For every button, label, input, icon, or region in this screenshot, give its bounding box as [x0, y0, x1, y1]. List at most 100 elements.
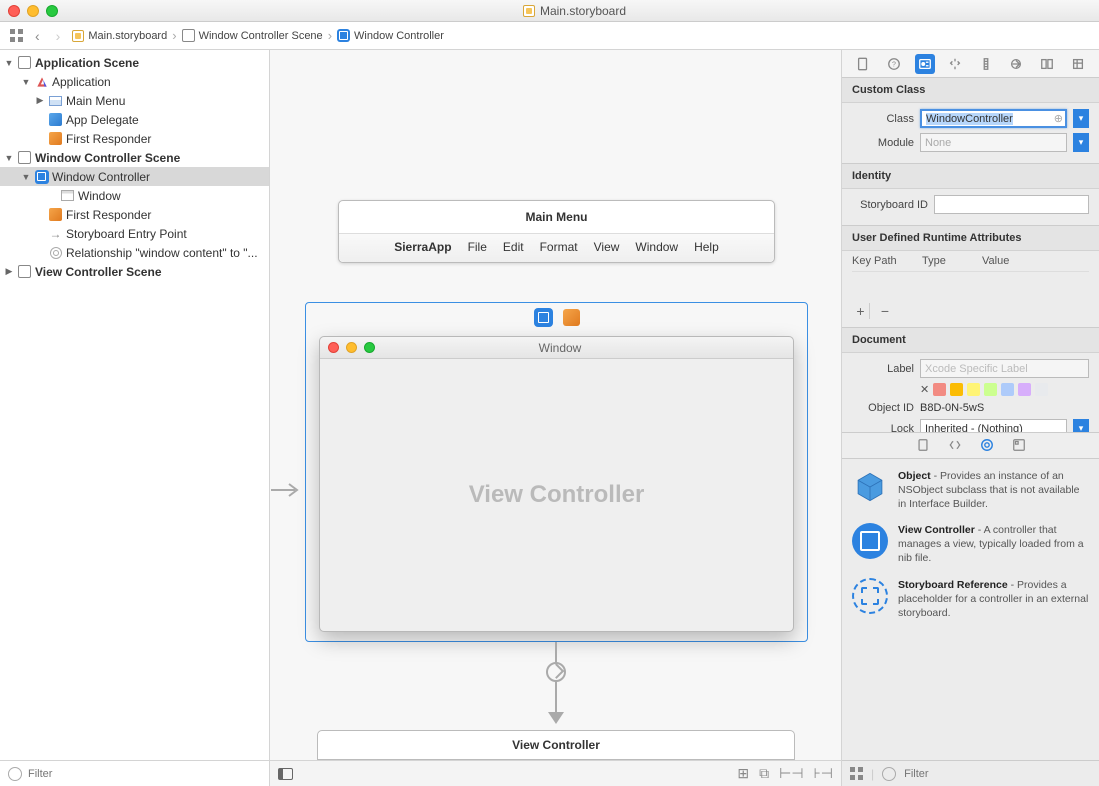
close-icon[interactable]: [8, 5, 20, 17]
remove-button[interactable]: −: [876, 303, 894, 319]
storyboard-id-field[interactable]: [934, 195, 1089, 214]
breadcrumb-item[interactable]: Window Controller: [354, 30, 444, 42]
color-swatch[interactable]: [1018, 383, 1031, 396]
window-titlebar: Window: [320, 337, 793, 359]
outline-filter-input[interactable]: [28, 768, 261, 780]
library-list[interactable]: Object - Provides an instance of an NSOb…: [842, 459, 1099, 761]
attributes-inspector-tab[interactable]: [945, 54, 965, 74]
add-button[interactable]: +: [852, 303, 870, 319]
minimize-icon[interactable]: [27, 5, 39, 17]
bindings-inspector-tab[interactable]: [1037, 54, 1057, 74]
pin-icon[interactable]: ⊦⊣: [814, 765, 833, 782]
filter-icon[interactable]: [8, 767, 22, 781]
segue-handle-icon[interactable]: [546, 662, 566, 682]
library-item-view-controller[interactable]: View Controller - A controller that mana…: [842, 517, 1099, 572]
filter-icon[interactable]: [882, 767, 896, 781]
size-inspector-tab[interactable]: [976, 54, 996, 74]
window-icon: [61, 190, 74, 201]
inspector-panel: ? Custom Class Class WindowController⊕ ▾…: [841, 50, 1099, 786]
tree-row-app-scene[interactable]: ▼Application Scene: [0, 53, 269, 72]
related-items-icon[interactable]: [10, 29, 23, 42]
color-swatch[interactable]: [984, 383, 997, 396]
color-swatch[interactable]: [967, 383, 980, 396]
color-swatch[interactable]: [1035, 383, 1048, 396]
storyboard-canvas[interactable]: Main Menu SierraApp File Edit Format Vie…: [270, 50, 841, 786]
view-controller-scene[interactable]: View Controller: [317, 730, 795, 760]
color-swatch[interactable]: [1001, 383, 1014, 396]
tree-label: Window Controller: [52, 170, 150, 184]
object-library-tab[interactable]: [978, 436, 996, 454]
tree-row-first-responder-2[interactable]: First Responder: [0, 205, 269, 224]
color-swatch[interactable]: [933, 383, 946, 396]
toggle-outline-icon[interactable]: [278, 768, 293, 780]
tree-row-relationship[interactable]: Relationship "window content" to "...: [0, 243, 269, 262]
forward-button[interactable]: ›: [52, 28, 65, 44]
class-field[interactable]: WindowController⊕: [920, 109, 1067, 128]
tree-row-app-delegate[interactable]: App Delegate: [0, 110, 269, 129]
class-dropdown[interactable]: ▾: [1073, 109, 1089, 128]
tree-row-first-responder[interactable]: First Responder: [0, 129, 269, 148]
library-filter-input[interactable]: [904, 768, 1091, 780]
grid-view-icon[interactable]: [850, 767, 863, 780]
menu-item[interactable]: SierraApp: [394, 240, 451, 254]
tree-row-wc-scene[interactable]: ▼Window Controller Scene: [0, 148, 269, 167]
code-snippet-tab[interactable]: [946, 436, 964, 454]
window-controller-icon[interactable]: [534, 308, 553, 327]
section-header: Document: [842, 328, 1099, 353]
window[interactable]: Window View Controller: [319, 336, 794, 632]
file-inspector-tab[interactable]: [853, 54, 873, 74]
zoom-icon[interactable]: [46, 5, 58, 17]
color-swatch[interactable]: [950, 383, 963, 396]
first-responder-icon[interactable]: [563, 309, 580, 326]
module-field[interactable]: None: [920, 133, 1067, 152]
identity-inspector-tab[interactable]: [915, 54, 935, 74]
menu-item[interactable]: View: [594, 240, 620, 254]
effects-inspector-tab[interactable]: [1068, 54, 1088, 74]
menu-bar[interactable]: SierraApp File Edit Format View Window H…: [339, 233, 774, 262]
media-library-tab[interactable]: [1010, 436, 1028, 454]
tree-row-application[interactable]: ▼Application: [0, 72, 269, 91]
content-placeholder: View Controller: [320, 359, 793, 631]
menu-item[interactable]: Help: [694, 240, 719, 254]
library-item-storyboard-ref[interactable]: Storyboard Reference - Provides a placeh…: [842, 572, 1099, 627]
tree-row-entry-point[interactable]: →Storyboard Entry Point: [0, 224, 269, 243]
help-inspector-tab[interactable]: ?: [884, 54, 904, 74]
breadcrumb-scene[interactable]: Window Controller Scene: [199, 30, 323, 42]
main-menu-scene[interactable]: Main Menu SierraApp File Edit Format Vie…: [338, 200, 775, 263]
custom-class-section: Custom Class Class WindowController⊕ ▾ M…: [842, 78, 1099, 164]
module-dropdown[interactable]: ▾: [1073, 133, 1089, 152]
file-template-tab[interactable]: [914, 436, 932, 454]
back-button[interactable]: ‹: [31, 28, 44, 44]
align-icon[interactable]: ⊢⊣: [779, 765, 803, 782]
menu-item[interactable]: Window: [635, 240, 678, 254]
outline-tree[interactable]: ▼Application Scene ▼Application ▶Main Me…: [0, 50, 269, 760]
clear-color-icon[interactable]: ✕: [920, 383, 929, 396]
tree-row-main-menu[interactable]: ▶Main Menu: [0, 91, 269, 110]
menu-item[interactable]: Edit: [503, 240, 524, 254]
menu-item[interactable]: File: [468, 240, 487, 254]
connections-inspector-tab[interactable]: [1006, 54, 1026, 74]
tree-row-window-controller[interactable]: ▼Window Controller: [0, 167, 269, 186]
storyboard-file-icon: [72, 30, 84, 42]
udra-table[interactable]: [852, 271, 1089, 299]
tree-row-window[interactable]: Window: [0, 186, 269, 205]
lock-field[interactable]: Inherited - (Nothing): [920, 419, 1067, 432]
vc-header: View Controller: [512, 738, 600, 752]
breadcrumb-file[interactable]: Main.storyboard: [88, 30, 167, 42]
breadcrumb[interactable]: Main.storyboard › Window Controller Scen…: [72, 28, 444, 43]
label-colors[interactable]: ✕: [920, 383, 1089, 396]
module-label: Module: [852, 137, 914, 149]
tree-row-vc-scene[interactable]: ▶View Controller Scene: [0, 262, 269, 281]
entry-point-arrow[interactable]: [270, 480, 305, 500]
menu-item[interactable]: Format: [540, 240, 578, 254]
tree-label: Application: [52, 75, 111, 89]
layout-icon[interactable]: ⊞: [737, 765, 749, 782]
library-item-object[interactable]: Object - Provides an instance of an NSOb…: [842, 463, 1099, 518]
lock-dropdown[interactable]: ▾: [1073, 419, 1089, 432]
clear-icon[interactable]: ⊕: [1054, 112, 1063, 125]
embed-icon[interactable]: ⧉: [759, 765, 769, 782]
chevron-icon: ›: [172, 28, 176, 43]
scene-dock[interactable]: [306, 303, 807, 331]
identity-section: Identity Storyboard ID: [842, 164, 1099, 226]
doc-label-field[interactable]: Xcode Specific Label: [920, 359, 1089, 378]
